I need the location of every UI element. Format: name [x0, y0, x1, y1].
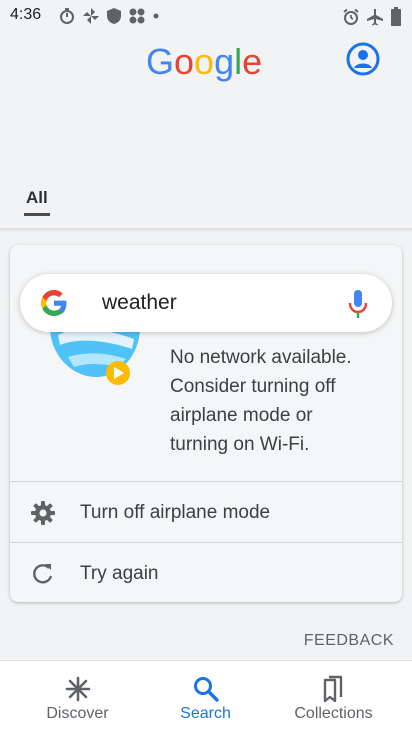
status-time: 4:36 [10, 6, 42, 23]
account-icon[interactable] [346, 42, 380, 76]
logo-letter: o [194, 41, 215, 82]
photos-icon [83, 8, 99, 24]
logo-letter: G [146, 41, 175, 82]
action-label: Try again [80, 563, 159, 584]
feedback-link[interactable]: FEEDBACK [304, 632, 394, 650]
timer-icon [60, 8, 74, 24]
bookmarks-icon [323, 675, 342, 703]
header: Google All [0, 32, 412, 232]
nav-search[interactable]: Search [137, 661, 274, 732]
logo-letter: l [234, 41, 243, 82]
gear-icon [31, 501, 55, 525]
shield-icon [107, 8, 121, 24]
battery-icon [391, 7, 401, 26]
tab-indicator [24, 213, 50, 216]
error-line: Consider turning off [170, 376, 336, 397]
dot-icon [153, 13, 159, 19]
nav-label: Search [180, 705, 231, 722]
header-shadow [0, 228, 412, 232]
google-logo: Google [146, 41, 262, 83]
mic-icon[interactable] [348, 289, 368, 319]
search-icon [193, 677, 219, 702]
error-line: No network available. [170, 347, 352, 368]
pinwheel-icon [129, 8, 145, 24]
status-bar: 4:36 [0, 0, 412, 32]
screen: 4:36 Google All No network available. Co… [0, 0, 412, 732]
bottom-nav: Discover Search Collections [0, 660, 412, 732]
asterisk-icon [65, 676, 90, 702]
nav-discover[interactable]: Discover [9, 661, 146, 732]
error-line: turning on Wi-Fi. [170, 434, 310, 455]
error-line: airplane mode or [170, 405, 313, 426]
logo-letter: e [242, 41, 263, 82]
search-bar[interactable] [20, 274, 392, 332]
system-icons [342, 7, 402, 27]
try-again-button[interactable]: Try again [10, 543, 402, 603]
tab-all[interactable]: All [26, 188, 48, 208]
airplane-icon [367, 9, 383, 26]
logo-letter: o [174, 41, 195, 82]
search-input[interactable] [102, 289, 332, 317]
logo-letter: g [214, 41, 235, 82]
error-message: No network available. Consider turning o… [170, 343, 380, 459]
notification-icons [58, 7, 160, 25]
turn-off-airplane-mode-button[interactable]: Turn off airplane mode [10, 482, 402, 542]
google-g-icon [41, 290, 67, 316]
alarm-icon [343, 8, 359, 25]
nav-label: Discover [46, 705, 109, 722]
nav-collections[interactable]: Collections [265, 661, 402, 732]
nav-label: Collections [294, 705, 373, 722]
action-label: Turn off airplane mode [80, 502, 271, 523]
refresh-icon [33, 564, 53, 584]
